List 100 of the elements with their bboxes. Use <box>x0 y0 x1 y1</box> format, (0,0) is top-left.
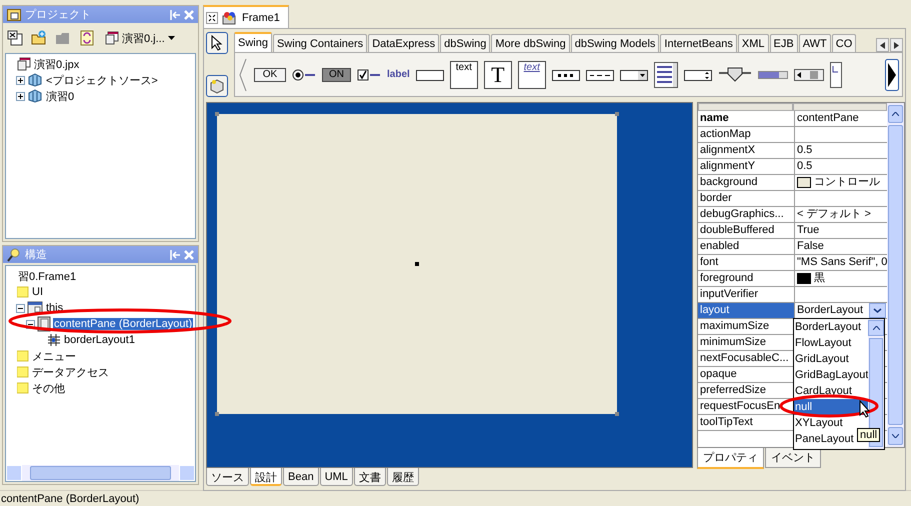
bean-chooser-button[interactable] <box>206 75 228 97</box>
cursor-icon <box>859 400 871 418</box>
property-value[interactable]: 0.5 <box>795 159 888 174</box>
project-selector[interactable]: 演習0.j... <box>103 30 177 46</box>
property-name[interactable]: inputVerifier <box>698 287 795 302</box>
dropdown-option[interactable]: XYLayout <box>794 415 868 431</box>
palette-tab[interactable]: Swing Containers <box>272 34 368 52</box>
close-icon <box>184 10 194 20</box>
file-tab[interactable]: Frame1 <box>203 5 289 28</box>
new-project-icon <box>7 30 23 46</box>
property-value[interactable]: "MS Sans Serif", 0 <box>795 255 888 270</box>
property-name[interactable]: debugGraphics... <box>698 207 795 222</box>
dock-icon <box>170 250 180 260</box>
label-tool[interactable]: label <box>387 69 410 80</box>
view-tab[interactable]: 設計 <box>250 468 282 486</box>
property-value[interactable]: 黒 <box>814 271 825 286</box>
palette-tab[interactable]: More dbSwing <box>491 34 570 52</box>
dropdown-option[interactable]: BorderLayout <box>794 319 868 335</box>
text-area-tool[interactable]: text <box>450 60 478 88</box>
dropdown-option[interactable]: FlowLayout <box>794 335 868 351</box>
editor-pane-tool[interactable]: text <box>518 60 546 88</box>
collapse-icon[interactable] <box>16 304 25 312</box>
project-icon <box>17 57 31 71</box>
vertical-scrollbar[interactable] <box>887 103 904 447</box>
text-field-tool-icon <box>416 68 444 80</box>
tree-item[interactable]: その他 <box>31 380 66 396</box>
folder-icon <box>17 286 29 298</box>
property-value[interactable]: コントロール <box>814 175 880 190</box>
slider-tool-icon <box>718 66 752 82</box>
cube-icon <box>27 73 43 87</box>
palette-tab[interactable]: EJB <box>770 34 798 52</box>
palette-tab[interactable]: Swing <box>234 32 272 52</box>
property-name[interactable]: layout <box>698 303 795 318</box>
password-field-tool-icon <box>552 68 580 80</box>
panel-title: プロジェクト <box>25 8 91 22</box>
tree-item[interactable]: UI <box>31 286 44 298</box>
refresh-icon <box>79 30 95 46</box>
property-name[interactable]: background <box>698 175 795 190</box>
palette-tab[interactable]: InternetBeans <box>660 34 737 52</box>
dropdown-option[interactable]: GridBagLayout <box>794 367 868 383</box>
property-value[interactable]: 0.5 <box>795 143 888 158</box>
view-tab[interactable]: ソース <box>206 468 249 486</box>
tree-item[interactable]: <プロジェクトソース> <box>45 72 159 88</box>
tree-item[interactable]: 演習0.jpx <box>33 56 80 72</box>
scroll-right-button[interactable] <box>890 38 903 52</box>
property-name[interactable]: alignmentY <box>698 159 795 174</box>
panel-title: 構造 <box>25 248 47 262</box>
window-icon <box>27 301 43 315</box>
inspector-tab[interactable]: プロパティ <box>697 448 764 469</box>
property-name[interactable]: name <box>698 111 795 126</box>
tree-item[interactable]: データアクセス <box>31 364 110 380</box>
property-value[interactable]: False <box>795 239 888 254</box>
palette-tab[interactable]: CO <box>832 34 856 52</box>
palette-tab[interactable]: dbSwing <box>440 34 490 52</box>
project-icon <box>105 31 119 45</box>
scroll-up-button[interactable] <box>868 320 884 336</box>
tree-tool-icon <box>830 62 842 88</box>
palette-tab[interactable]: XML <box>738 34 769 52</box>
tree-item[interactable]: contentPane (BorderLayout) <box>53 318 194 330</box>
expand-icon[interactable] <box>16 76 25 84</box>
view-tab[interactable]: UML <box>320 468 353 486</box>
expand-icon[interactable] <box>16 92 25 100</box>
property-name[interactable]: doubleBuffered <box>698 223 795 238</box>
left-arrow-icon <box>880 42 885 48</box>
property-name[interactable]: font <box>698 255 795 270</box>
tree-item[interactable]: borderLayout1 <box>63 334 136 346</box>
button-tool[interactable]: OK <box>254 68 286 82</box>
dropdown-option[interactable]: GridLayout <box>794 351 868 367</box>
design-canvas[interactable] <box>206 102 693 468</box>
scrollbar-thumb[interactable] <box>888 125 903 425</box>
view-tab[interactable]: Bean <box>283 468 319 486</box>
property-name[interactable]: enabled <box>698 239 795 254</box>
property-name[interactable]: actionMap <box>698 127 795 142</box>
tree-item[interactable]: this <box>45 302 64 314</box>
property-dropdown[interactable]: BorderLayout <box>795 303 888 318</box>
pointer-tool[interactable] <box>206 32 228 54</box>
tree-item[interactable]: メニュー <box>31 348 77 364</box>
tree-item[interactable]: 習0.Frame1 <box>17 268 78 284</box>
text-pane-tool[interactable]: T <box>484 60 512 88</box>
list-tool-icon <box>654 62 678 88</box>
horizontal-scrollbar[interactable] <box>6 465 195 481</box>
property-name[interactable]: foreground <box>698 271 795 286</box>
property-value[interactable]: < デフォルト > <box>795 207 888 222</box>
status-text: contentPane (BorderLayout) <box>0 490 911 506</box>
view-tab[interactable]: 文書 <box>354 468 386 486</box>
tree-item[interactable]: 演習0 <box>45 88 76 104</box>
palette-tab[interactable]: AWT <box>798 34 831 52</box>
close-icon <box>184 250 194 260</box>
palette-tab[interactable]: DataExpress <box>368 34 440 52</box>
property-name[interactable]: border <box>698 191 795 206</box>
view-tab[interactable]: 履歴 <box>386 468 419 486</box>
property-value[interactable]: contentPane <box>795 111 888 126</box>
palette-tab[interactable]: dbSwing Models <box>570 34 660 52</box>
toggle-tool[interactable]: ON <box>322 68 351 82</box>
property-name[interactable]: alignmentX <box>698 143 795 158</box>
inspector-tab[interactable]: イベント <box>765 448 821 468</box>
property-value[interactable]: True <box>795 223 888 238</box>
scroll-left-button[interactable] <box>876 38 889 52</box>
dropdown-option[interactable]: CardLayout <box>794 383 868 399</box>
spinner-tool-icon <box>684 68 712 80</box>
